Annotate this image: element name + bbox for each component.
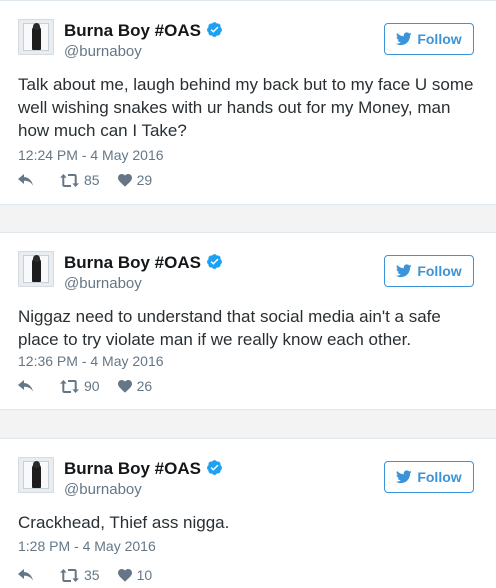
follow-button[interactable]: Follow (384, 23, 474, 55)
like-button[interactable]: 29 (117, 172, 153, 188)
reply-icon (18, 569, 33, 581)
follow-button-label: Follow (417, 263, 462, 279)
tweet-timestamp[interactable]: 12:36 PM - 4 May 2016 (18, 353, 164, 369)
follow-button-label: Follow (417, 469, 462, 485)
like-count: 29 (136, 172, 153, 188)
author-name[interactable]: Burna Boy #OAS (64, 459, 223, 479)
author-handle[interactable]: @burnaboy (64, 275, 142, 292)
retweet-count: 35 (84, 567, 100, 583)
like-button[interactable]: 26 (117, 378, 153, 394)
author-name[interactable]: Burna Boy #OAS (64, 21, 223, 41)
like-count: 26 (136, 378, 153, 394)
author-name-label: Burna Boy #OAS (64, 459, 201, 478)
verified-badge-icon (207, 254, 222, 269)
like-button[interactable]: 10 (117, 567, 153, 583)
tweet-card: Burna Boy #OAS @burnaboy Follow Talk abo… (0, 0, 496, 205)
reply-icon (18, 380, 33, 392)
follow-button[interactable]: Follow (384, 255, 474, 287)
twitter-bird-icon (396, 264, 413, 278)
heart-icon (117, 173, 132, 187)
reply-button[interactable] (18, 569, 38, 581)
tweet-text: Talk about me, laugh behind my back but … (18, 75, 474, 140)
tweet-actions: 90 26 (18, 376, 152, 396)
twitter-bird-icon (396, 32, 413, 46)
heart-icon (117, 568, 132, 582)
author-handle[interactable]: @burnaboy (64, 481, 142, 498)
author-name-label: Burna Boy #OAS (64, 21, 201, 40)
tweet-timestamp[interactable]: 12:24 PM - 4 May 2016 (18, 147, 164, 163)
author-name-label: Burna Boy #OAS (64, 253, 201, 272)
retweet-count: 85 (84, 172, 100, 188)
reply-icon (18, 174, 33, 186)
reply-button[interactable] (18, 174, 38, 186)
tweet-actions: 35 10 (18, 565, 152, 585)
retweet-count: 90 (84, 378, 100, 394)
tweet-text: Niggaz need to understand that social me… (18, 307, 441, 349)
retweet-icon (60, 379, 79, 393)
heart-icon (117, 379, 132, 393)
follow-button[interactable]: Follow (384, 461, 474, 493)
avatar[interactable] (18, 19, 54, 55)
author-name[interactable]: Burna Boy #OAS (64, 253, 223, 273)
author-handle[interactable]: @burnaboy (64, 43, 142, 60)
twitter-bird-icon (396, 470, 413, 484)
follow-button-label: Follow (417, 31, 462, 47)
verified-badge-icon (207, 22, 222, 37)
retweet-button[interactable]: 85 (60, 172, 100, 188)
reply-button[interactable] (18, 380, 38, 392)
verified-badge-icon (207, 460, 222, 475)
tweet-timestamp[interactable]: 1:28 PM - 4 May 2016 (18, 538, 156, 554)
like-count: 10 (136, 567, 153, 583)
retweet-icon (60, 173, 79, 187)
retweet-button[interactable]: 90 (60, 378, 100, 394)
retweet-icon (60, 568, 79, 582)
avatar[interactable] (18, 251, 54, 287)
tweet-card: Burna Boy #OAS @burnaboy Follow Niggaz n… (0, 232, 496, 410)
tweet-actions: 85 29 (18, 170, 152, 190)
avatar[interactable] (18, 457, 54, 493)
retweet-button[interactable]: 35 (60, 567, 100, 583)
tweet-card: Burna Boy #OAS @burnaboy Follow Crackhea… (0, 438, 496, 588)
tweet-text: Crackhead, Thief ass nigga. (18, 513, 230, 532)
